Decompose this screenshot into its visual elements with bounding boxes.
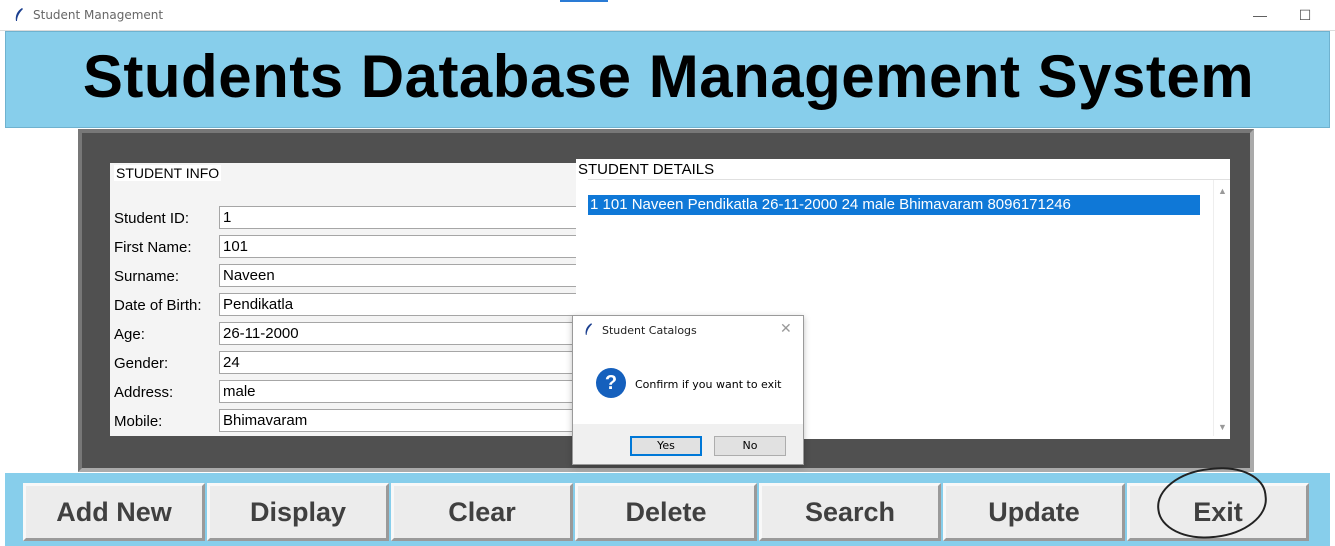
yes-button[interactable]: Yes — [630, 436, 702, 456]
titlebar-accent — [560, 0, 608, 2]
page-title: Students Database Management System — [82, 43, 1255, 110]
no-button[interactable]: No — [714, 436, 786, 456]
dob-field[interactable]: Pendikatla — [219, 293, 576, 316]
display-button[interactable]: Display — [207, 483, 389, 541]
minimize-button[interactable]: — — [1245, 4, 1275, 26]
update-button[interactable]: Update — [943, 483, 1125, 541]
age-label: Age: — [114, 326, 145, 343]
scroll-down-icon[interactable]: ▼ — [1218, 422, 1227, 432]
close-icon[interactable]: ✕ — [780, 320, 792, 337]
scroll-up-icon[interactable]: ▲ — [1218, 186, 1227, 196]
delete-button[interactable]: Delete — [575, 483, 757, 541]
window-title: Student Management — [33, 8, 164, 22]
maximize-button[interactable]: ☐ — [1290, 4, 1320, 26]
action-bar: Add New Display Clear Delete Search Upda… — [5, 473, 1330, 546]
exit-button[interactable]: Exit — [1127, 483, 1309, 541]
surname-field[interactable]: Naveen — [219, 264, 576, 287]
first-name-label: First Name: — [114, 239, 192, 256]
gender-field[interactable]: 24 — [219, 351, 576, 374]
student-id-field[interactable]: 1 — [219, 206, 576, 229]
gender-row: Gender: 24 — [110, 351, 576, 376]
mobile-label: Mobile: — [114, 413, 163, 430]
address-field[interactable]: male — [219, 380, 576, 403]
surname-row: Surname: Naveen — [110, 264, 576, 289]
dob-label: Date of Birth: — [114, 297, 202, 314]
dob-row: Date of Birth: Pendikatla — [110, 293, 576, 318]
dialog-footer: Yes No — [573, 424, 803, 464]
mobile-row: Mobile: Bhimavaram — [110, 409, 576, 434]
list-scrollbar[interactable]: ▲ ▼ — [1213, 180, 1230, 436]
student-info-panel: STUDENT INFO Student ID: 1 First Name: 1… — [110, 163, 576, 436]
gender-label: Gender: — [114, 355, 169, 372]
address-label: Address: — [114, 384, 174, 401]
surname-label: Surname: — [114, 268, 180, 285]
exit-confirm-dialog: Student Catalogs ✕ ? Confirm if you want… — [572, 315, 804, 465]
address-row: Address: male — [110, 380, 576, 405]
student-id-row: Student ID: 1 — [110, 206, 576, 231]
student-id-label: Student ID: — [114, 210, 190, 227]
age-row: Age: 26-11-2000 — [110, 322, 576, 347]
student-details-caption: STUDENT DETAILS — [578, 161, 715, 178]
question-icon: ? — [596, 368, 626, 398]
window-titlebar: Student Management — ☐ — [0, 0, 1335, 31]
mobile-field[interactable]: Bhimavaram — [219, 409, 576, 432]
first-name-field[interactable]: 101 — [219, 235, 576, 258]
dialog-title: Student Catalogs — [602, 324, 697, 337]
student-info-caption: STUDENT INFO — [114, 165, 222, 181]
add-new-button[interactable]: Add New — [23, 483, 205, 541]
age-field[interactable]: 26-11-2000 — [219, 322, 576, 345]
feather-icon — [585, 323, 593, 335]
title-banner: Students Database Management System — [5, 31, 1330, 128]
first-name-row: First Name: 101 — [110, 235, 576, 260]
app-window: Students Database Management System STUD… — [5, 31, 1330, 546]
list-item[interactable]: 1 101 Naveen Pendikatla 26-11-2000 24 ma… — [588, 195, 1200, 215]
clear-button[interactable]: Clear — [391, 483, 573, 541]
feather-icon — [15, 8, 23, 21]
dialog-message: Confirm if you want to exit — [635, 378, 782, 391]
search-button[interactable]: Search — [759, 483, 941, 541]
